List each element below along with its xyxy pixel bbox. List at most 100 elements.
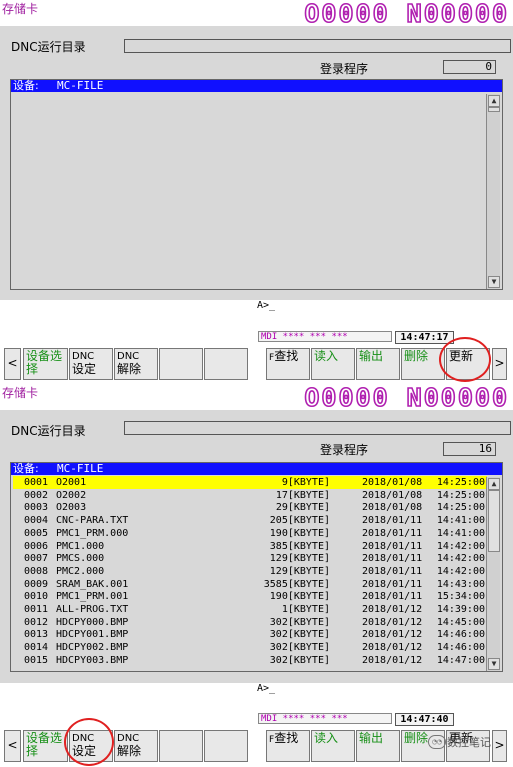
softkey-dnc-setting[interactable]: DNC 设定 xyxy=(69,730,113,762)
file-time: 14:25:00 xyxy=(436,489,485,501)
softkey-next-button[interactable]: > xyxy=(492,730,507,762)
file-name: PMC2.000 xyxy=(56,565,105,577)
file-date: 2018/01/11 xyxy=(362,578,423,590)
softkey-find[interactable]: F查找 xyxy=(266,348,310,380)
top-screen: 存储卡 O0000 N00000 DNC运行目录 登录程序 0 设备: MC-F… xyxy=(0,0,513,384)
softkey-output[interactable]: 输出 xyxy=(356,730,400,762)
table-row[interactable]: 0015 HDCPY003.BMP 302[KBYTE] 2018/01/12 14:4… xyxy=(13,654,487,667)
file-no: 0010 xyxy=(24,591,49,603)
table-row[interactable]: 0007 PMCS.000 129[KBYTE] 2018/01/11 14:42:00 xyxy=(13,552,487,565)
file-size: 17[KBYTE] xyxy=(275,489,330,501)
file-time: 14:43:00 xyxy=(436,578,485,590)
table-row[interactable]: 0012 HDCPY000.BMP 302[KBYTE] 2018/01/12 14:4… xyxy=(13,616,487,629)
table-row[interactable]: 0008 PMC2.000 129[KBYTE] 2018/01/11 14:42:00 xyxy=(13,565,487,578)
softkey-find[interactable]: F查找 xyxy=(266,730,310,762)
table-row[interactable]: 0006 PMC1.000 385[KBYTE] 2018/01/11 14:42:00 xyxy=(13,540,487,553)
table-row[interactable]: 0004 CNC-PARA.TXT 205[KBYTE] 2018/01/11 14:4… xyxy=(13,514,487,527)
file-no: 0012 xyxy=(24,616,49,628)
device-label: 设备: xyxy=(13,462,39,475)
softkey-device-select[interactable]: 设备选择 xyxy=(23,348,68,380)
file-name: O2002 xyxy=(56,489,87,501)
softkey-prev-button[interactable]: < xyxy=(4,730,21,762)
clock: 14:47:17 xyxy=(395,331,454,344)
file-no: 0001 xyxy=(24,477,49,488)
table-row-selected[interactable]: 0001 O2001 9[KBYTE] 2018/01/08 14:25:00 xyxy=(13,476,487,489)
softkey-output[interactable]: 输出 xyxy=(356,348,400,380)
softkey-delete[interactable]: 删除 xyxy=(401,348,445,380)
scroll-up-arrow-icon[interactable]: ▲ xyxy=(488,478,500,490)
file-time: 14:45:00 xyxy=(436,616,485,628)
registered-programs-count: 16 xyxy=(443,442,496,456)
file-time: 14:46:00 xyxy=(436,629,485,641)
softkey-prev-button[interactable]: < xyxy=(4,348,21,380)
dnc-release-line2: 解除 xyxy=(117,362,142,376)
file-time: 14:47:00 xyxy=(436,654,485,666)
device-bar: 设备: MC-FILE xyxy=(11,463,502,475)
table-row[interactable]: 0005 PMC1_PRM.000 190[KBYTE] 2018/01/11 14:4… xyxy=(13,527,487,540)
softkey-next-button[interactable]: > xyxy=(492,348,507,380)
softkey-empty-1[interactable] xyxy=(159,730,203,762)
mode-indicator: 存储卡 xyxy=(2,2,39,16)
table-row[interactable]: 0011 ALL-PROG.TXT 1[KBYTE] 2018/01/12 14:39:… xyxy=(13,603,487,616)
table-row[interactable]: 0002 O2002 17[KBYTE] 2018/01/08 14:25:00 xyxy=(13,489,487,502)
file-size: 302[KBYTE] xyxy=(269,616,330,628)
scroll-thumb[interactable] xyxy=(488,490,500,552)
table-row[interactable]: 0013 HDCPY001.BMP 302[KBYTE] 2018/01/12 14:4… xyxy=(13,628,487,641)
file-date: 2018/01/12 xyxy=(362,629,423,641)
scroll-down-arrow-icon[interactable]: ▼ xyxy=(488,658,500,670)
table-row[interactable]: 0009 SRAM_BAK.001 3585[KBYTE] 2018/01/11 14:… xyxy=(13,578,487,591)
softkey-dnc-release[interactable]: DNC 解除 xyxy=(114,730,158,762)
file-name: HDCPY003.BMP xyxy=(56,654,129,666)
status-bar: MDI **** *** *** 14:47:17 xyxy=(255,330,506,344)
file-name: O2003 xyxy=(56,502,87,514)
file-name: HDCPY002.BMP xyxy=(56,642,129,654)
command-line[interactable]: A>_ xyxy=(0,683,513,695)
file-date: 2018/01/12 xyxy=(362,642,423,654)
softkey-dnc-setting[interactable]: DNC 设定 xyxy=(69,348,113,380)
scrollbar[interactable]: ▲ ▼ xyxy=(486,94,500,289)
file-size: 3585[KBYTE] xyxy=(263,578,330,590)
command-line[interactable]: A>_ xyxy=(0,300,513,312)
file-list[interactable]: 设备: MC-FILE ▲ ▼ xyxy=(10,79,503,290)
file-date: 2018/01/11 xyxy=(362,540,423,552)
scrollbar[interactable]: ▲ ▼ xyxy=(486,477,500,671)
softkey-empty-2[interactable] xyxy=(204,348,248,380)
table-row[interactable]: 0014 HDCPY002.BMP 302[KBYTE] 2018/01/12 14:4… xyxy=(13,641,487,654)
softkey-empty-1[interactable] xyxy=(159,348,203,380)
file-no: 0005 xyxy=(24,527,49,539)
find-label: 查找 xyxy=(274,349,299,363)
file-date: 2018/01/12 xyxy=(362,604,423,615)
softkey-dnc-release[interactable]: DNC 解除 xyxy=(114,348,158,380)
mdi-status: MDI **** *** *** xyxy=(258,713,392,724)
softkey-read[interactable]: 读入 xyxy=(311,730,355,762)
softkey-read[interactable]: 读入 xyxy=(311,348,355,380)
file-no: 0014 xyxy=(24,642,49,654)
file-name: PMC1_PRM.001 xyxy=(56,591,129,603)
file-no: 0015 xyxy=(24,654,49,666)
mdi-status: MDI **** *** *** xyxy=(258,331,392,342)
table-row[interactable]: 0003 O2003 29[KBYTE] 2018/01/08 14:25:00 xyxy=(13,501,487,514)
softkey-update[interactable]: 更新 xyxy=(446,348,490,380)
table-row[interactable]: 0010 PMC1_PRM.001 190[KBYTE] 2018/01/11 15:3… xyxy=(13,590,487,603)
file-name: ALL-PROG.TXT xyxy=(56,604,129,615)
file-size: 29[KBYTE] xyxy=(275,502,330,514)
file-name: PMC1_PRM.000 xyxy=(56,527,129,539)
scroll-thumb[interactable] xyxy=(488,107,500,112)
file-name: O2001 xyxy=(56,477,87,488)
command-prompt: A>_ xyxy=(257,300,276,311)
device-value: MC-FILE xyxy=(57,462,104,475)
file-name: PMC1.000 xyxy=(56,540,105,552)
file-list[interactable]: 设备: MC-FILE 0001 O2001 9[KBYTE] 2018/01/08 1… xyxy=(10,462,503,672)
scroll-down-arrow-icon[interactable]: ▼ xyxy=(488,276,500,288)
scroll-up-arrow-icon[interactable]: ▲ xyxy=(488,95,500,107)
file-size: 190[KBYTE] xyxy=(269,527,330,539)
file-time: 14:25:00 xyxy=(436,502,485,514)
file-size: 385[KBYTE] xyxy=(269,540,330,552)
softkey-device-select[interactable]: 设备选择 xyxy=(23,730,68,762)
softkey-empty-2[interactable] xyxy=(204,730,248,762)
dnc-setting-line2: 设定 xyxy=(72,744,97,758)
file-date: 2018/01/08 xyxy=(362,502,423,514)
page-title: DNC运行目录 xyxy=(11,424,86,438)
dnc-directory-screen: DNC运行目录 登录程序 16 设备: MC-FILE 0001 O2001 9[K… xyxy=(0,410,513,683)
dnc-directory-screen: DNC运行目录 登录程序 0 设备: MC-FILE ▲ ▼ xyxy=(0,26,513,300)
